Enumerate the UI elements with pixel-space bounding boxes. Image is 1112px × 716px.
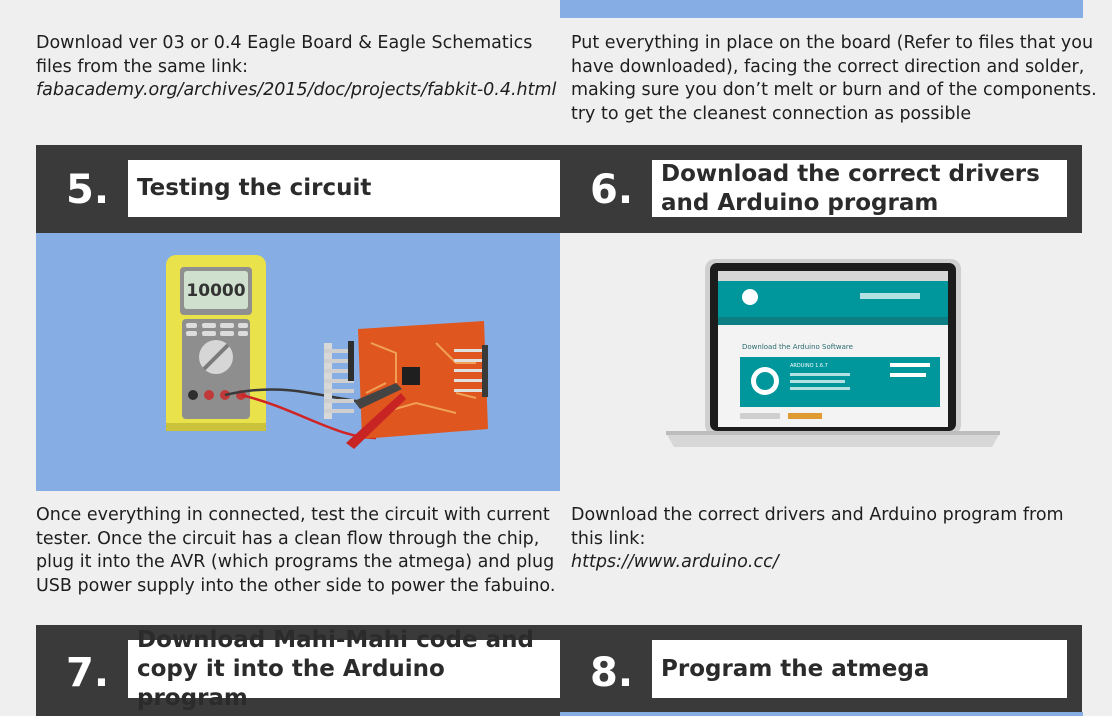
- multimeter-test-svg: 10000: [166, 255, 488, 449]
- next-image-strip: [560, 712, 1083, 716]
- solder-instructions: Put everything in place on the board (Re…: [571, 32, 1101, 126]
- step5-instructions: Once everything in connected, test the c…: [36, 504, 566, 598]
- fabkit-link[interactable]: fabacademy.org/archives/2015/doc/project…: [36, 80, 556, 100]
- meter-reading: 10000: [186, 281, 245, 301]
- step4-instructions: Download ver 03 or 0.4 Eagle Board & Eag…: [36, 32, 561, 103]
- solder-text: Put everything in place on the board (Re…: [571, 33, 1097, 124]
- step7-title: Download Mahi-Mahi code and copy it into…: [137, 626, 534, 711]
- step5-title-box: Testing the circuit: [128, 160, 560, 217]
- step6-instructions: Download the correct drivers and Arduino…: [571, 504, 1091, 575]
- step8-number: 8.: [590, 650, 634, 696]
- step8-title: Program the atmega: [661, 655, 930, 682]
- step4-text: Download ver 03 or 0.4 Eagle Board & Eag…: [36, 33, 533, 77]
- arduino-link[interactable]: https://www.arduino.cc/: [571, 552, 779, 572]
- step8-title-box: Program the atmega: [652, 640, 1067, 698]
- previous-image-strip: [560, 0, 1083, 18]
- step6-text: Download the correct drivers and Arduino…: [571, 505, 1064, 549]
- arduino-version: ARDUINO 1.6.7: [790, 363, 828, 369]
- step7-number: 7.: [66, 650, 110, 696]
- multimeter-illustration: 10000: [36, 233, 560, 491]
- step5-text: Once everything in connected, test the c…: [36, 505, 556, 596]
- laptop-base: [666, 433, 1000, 447]
- step7-title-box: Download Mahi-Mahi code and copy it into…: [128, 627, 560, 711]
- step6-number: 6.: [590, 167, 634, 213]
- arduino-page-heading: Download the Arduino Software: [742, 343, 853, 351]
- atmega-chip: [402, 367, 420, 385]
- arduino-download-laptop-svg: Download the Arduino Software ARDUINO 1.…: [666, 259, 1000, 447]
- step6-title-box: Download the correct drivers and Arduino…: [652, 160, 1067, 217]
- laptop-illustration: Download the Arduino Software ARDUINO 1.…: [560, 233, 1083, 491]
- step6-title: Download the correct drivers and Arduino…: [661, 160, 1040, 216]
- step5-number: 5.: [66, 167, 110, 213]
- step5-title: Testing the circuit: [137, 175, 372, 201]
